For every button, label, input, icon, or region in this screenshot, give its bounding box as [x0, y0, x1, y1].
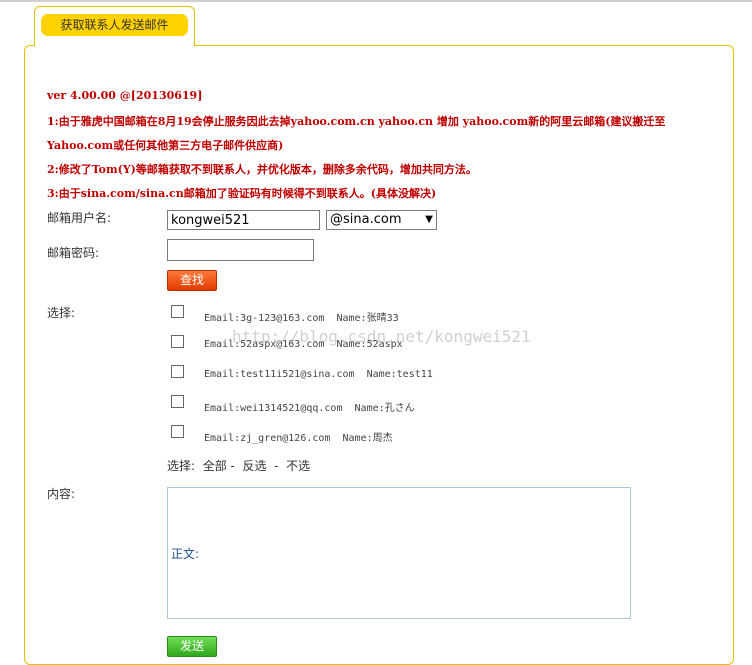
- username-input[interactable]: [167, 210, 320, 230]
- contact-checkbox[interactable]: [171, 335, 184, 348]
- send-button[interactable]: 发送: [167, 636, 217, 657]
- select-label: 选择:: [47, 306, 76, 320]
- contact-checkbox[interactable]: [171, 425, 184, 438]
- password-input[interactable]: [167, 239, 314, 261]
- content-body-text: 正文:: [171, 547, 200, 561]
- selection-label: 选择:: [167, 459, 196, 473]
- note-line-1: 1:由于雅虎中国邮箱在8月19会停止服务因此去掉yahoo.com.cn yah…: [47, 115, 666, 128]
- contact-item: Email:wei1314521@qq.com Name:孔さん: [204, 403, 415, 414]
- select-invert-link[interactable]: 反选: [243, 459, 267, 473]
- tab-get-contacts[interactable]: 获取联系人发送邮件: [34, 6, 195, 45]
- search-button[interactable]: 查找: [167, 270, 217, 291]
- content-label: 内容:: [47, 487, 76, 501]
- note-line-1b: Yahoo.com或任何其他第三方电子邮件供应商): [47, 139, 284, 152]
- note-line-2: 2:修改了Tom(Y)等邮箱获取不到联系人，并优化版本，删除多余代码，增加共同方…: [47, 163, 477, 176]
- username-label: 邮箱用户名:: [47, 211, 112, 225]
- contact-item: Email:zj_gren@126.com Name:周杰: [204, 433, 393, 444]
- content-textarea[interactable]: 正文:: [167, 487, 631, 619]
- contact-item: Email:3g-123@163.com Name:张晴33: [204, 313, 399, 324]
- password-label: 邮箱密码:: [47, 246, 100, 260]
- chevron-down-icon: ▼: [425, 214, 433, 225]
- contact-checkbox[interactable]: [171, 305, 184, 318]
- top-border: [0, 0, 752, 2]
- note-line-3: 3:由于sina.com/sina.cn邮箱加了验证码有时候得不到联系人。(具体…: [47, 187, 437, 200]
- contact-item: Email:52aspx@163.com Name:52aspx: [204, 339, 403, 350]
- domain-select[interactable]: @sina.com ▼: [326, 210, 437, 230]
- tab-label: 获取联系人发送邮件: [41, 14, 188, 36]
- version-text: ver 4.00.00 @[20130619]: [47, 89, 203, 102]
- domain-selected-value: @sina.com: [330, 212, 402, 227]
- select-none-link[interactable]: 不选: [286, 459, 310, 473]
- contact-checkbox[interactable]: [171, 365, 184, 378]
- contact-checkbox[interactable]: [171, 395, 184, 408]
- selection-controls: 选择: 全部 - 反选 - 不选: [167, 459, 311, 473]
- contact-item: Email:test11i521@sina.com Name:test11: [204, 369, 433, 380]
- select-all-link[interactable]: 全部: [203, 459, 227, 473]
